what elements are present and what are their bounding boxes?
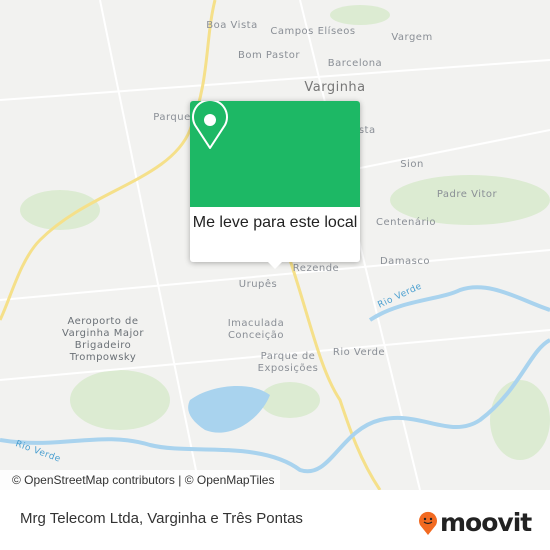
location-popup[interactable]: Me leve para este local [190, 101, 360, 269]
place-label: Rezende [292, 263, 340, 274]
place-label: Rio Verde [332, 347, 386, 358]
place-label: Barcelona [327, 58, 383, 69]
navigate-here-link[interactable]: Me leve para este local [190, 207, 360, 234]
city-label: Varginha [304, 80, 366, 95]
place-label: Damasco [379, 256, 431, 267]
popup-tail [268, 262, 282, 269]
place-label: Urupês [238, 279, 278, 290]
map-attribution[interactable]: © OpenStreetMap contributors | © OpenMap… [0, 470, 281, 490]
place-label: Centenário [375, 217, 437, 228]
map-pin-icon [192, 101, 228, 149]
page-title: Mrg Telecom Ltda, Varginha e Três Pontas [20, 510, 303, 527]
airport-label: Aeroporto de Varginha Major Brigadeiro T… [62, 316, 144, 363]
place-label: Campos Elíseos [270, 26, 356, 37]
place-label: Padre Vitor [436, 189, 498, 200]
place-label: Parque de Exposições [257, 351, 319, 374]
map[interactable]: Boa Vista Campos Elíseos Vargem Bom Past… [0, 0, 550, 490]
moovit-logo[interactable]: moovit [418, 508, 532, 537]
place-label: Vargem [391, 32, 433, 43]
moovit-wordmark: moovit [440, 508, 532, 537]
place-label: Sion [400, 159, 424, 170]
place-label: Imaculada Conceição [227, 318, 285, 341]
place-label: Boa Vista [206, 20, 258, 31]
place-label: Parque [153, 112, 191, 123]
place-label: Bom Pastor [238, 50, 300, 61]
popup-header [190, 101, 360, 207]
moovit-pin-icon [419, 511, 437, 535]
